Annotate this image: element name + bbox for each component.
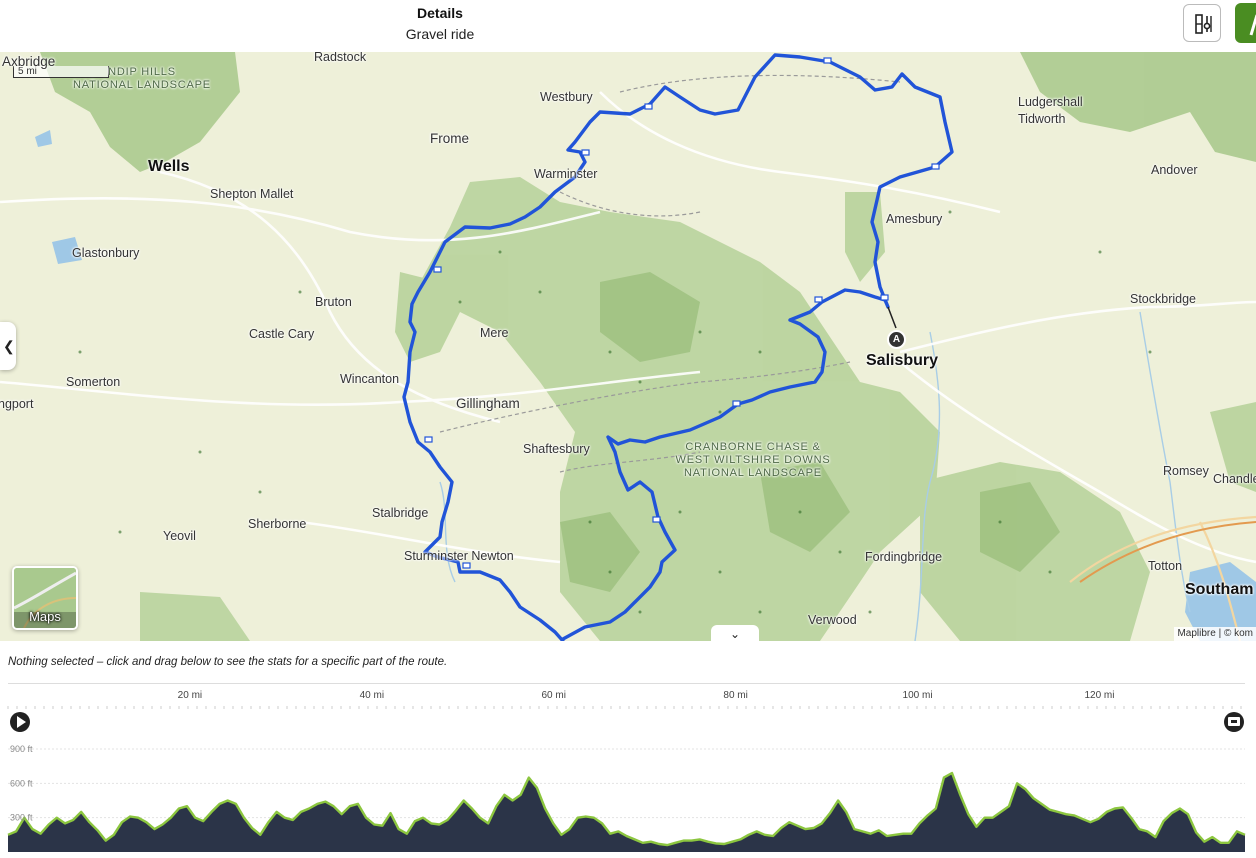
route-settings-button[interactable] (1183, 4, 1221, 42)
place-label: Somerton (66, 375, 121, 389)
place-label: Stockbridge (1130, 292, 1197, 306)
place-label: Axbridge (2, 54, 56, 69)
place-label: Romsey (1163, 464, 1209, 478)
expand-elevation-button[interactable]: ⌄ (711, 625, 759, 641)
distance-tick-label: 120 mi (1084, 690, 1114, 701)
place-label: Yeovil (163, 529, 196, 543)
map-layer-button[interactable]: Maps (12, 566, 78, 630)
distance-tick-label: 40 mi (360, 690, 384, 701)
map-attribution[interactable]: Maplibre | © kom (1174, 627, 1256, 641)
header-bar: Details Gravel ride (0, 0, 1256, 53)
place-label: Ludgershall (1018, 95, 1083, 109)
place-label: Bruton (315, 295, 352, 309)
play-button[interactable] (10, 712, 30, 732)
page-title: Details (417, 5, 463, 21)
national-landscape-label: CRANBORNE CHASE & WEST WILTSHIRE DOWNS NAT… (675, 441, 831, 479)
collapse-panel-button[interactable]: ❮ (0, 322, 16, 370)
place-label: Sturminster Newton (404, 549, 514, 563)
navigation-arrow-icon (1249, 14, 1256, 36)
distance-tick-label: 20 mi (178, 690, 202, 701)
elevation-y-tick-label: 900 ft (10, 744, 33, 754)
place-label: Stalbridge (372, 506, 429, 520)
place-label: Amesbury (886, 212, 943, 226)
place-label: Castle Cary (249, 327, 315, 341)
place-label: Andover (1151, 163, 1198, 177)
map-layer-label: Maps (29, 609, 61, 624)
place-label: Mere (480, 326, 509, 340)
distance-tick-label: 80 mi (723, 690, 747, 701)
map-canvas (0, 52, 1256, 641)
place-label: Sherborne (248, 517, 307, 531)
navigate-button[interactable] (1235, 3, 1256, 43)
place-label: Shepton Mallet (210, 187, 294, 201)
place-label: Glastonbury (72, 246, 140, 260)
place-label: Chandle (1213, 472, 1256, 486)
chevron-down-icon: ⌄ (729, 627, 741, 641)
place-label: Totton (1148, 559, 1183, 573)
place-label: Wells (148, 158, 190, 175)
place-label: Warminster (534, 167, 598, 181)
elevation-y-tick-label: 600 ft (10, 778, 33, 788)
sliders-icon (1195, 14, 1212, 34)
place-label: Frome (430, 131, 470, 146)
place-label: Westbury (540, 90, 593, 104)
place-label: ngport (0, 397, 34, 411)
place-label: Gillingham (456, 396, 520, 411)
place-label: Southam (1185, 581, 1254, 598)
place-label: Shaftesbury (523, 442, 590, 456)
distance-tick-label: 100 mi (903, 690, 933, 701)
route-start-marker[interactable]: A (887, 330, 906, 349)
route-map[interactable]: 5 mi Axbridge Radstock Westbury Ludgersh… (0, 52, 1256, 641)
chevron-left-icon: ❮ (3, 338, 15, 354)
place-label: Tidworth (1018, 112, 1066, 126)
place-label: Salisbury (866, 352, 939, 369)
selection-hint: Nothing selected – click and drag below … (8, 656, 448, 668)
distance-tick-label: 60 mi (542, 690, 566, 701)
elevation-y-tick-label: 300 ft (10, 813, 33, 823)
place-label: Wincanton (340, 372, 400, 386)
national-landscape-label: NDIP HILLS NATIONAL LANDSCAPE (73, 66, 211, 91)
place-label: Radstock (314, 52, 367, 64)
finish-button[interactable] (1224, 712, 1244, 732)
elevation-profile-chart[interactable]: 20 mi 40 mi 60 mi 80 mi 100 mi 120 mi 900 ft 6… (0, 684, 1256, 858)
place-label: Fordingbridge (865, 550, 943, 564)
route-type-subtitle: Gravel ride (405, 26, 475, 42)
place-label: Verwood (808, 613, 857, 627)
